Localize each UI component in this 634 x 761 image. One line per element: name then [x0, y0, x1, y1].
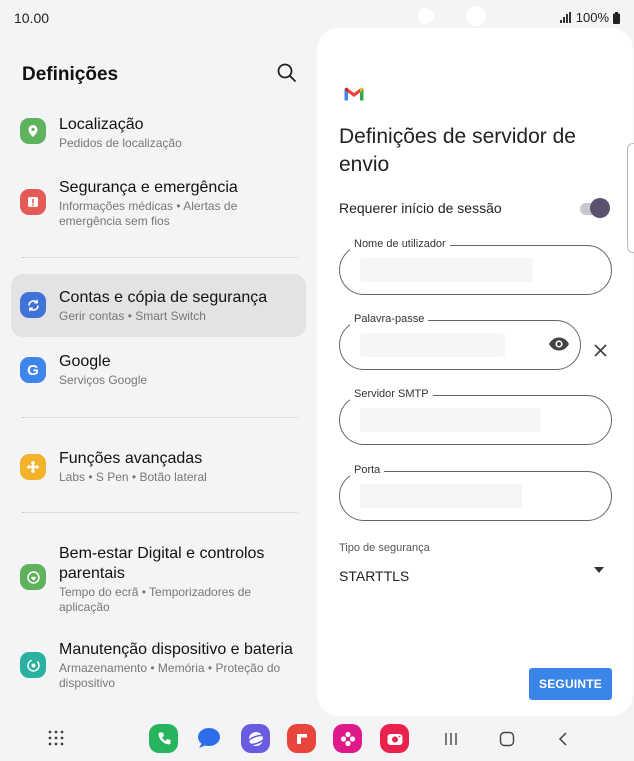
- camera-cutout-2: [466, 6, 486, 26]
- gmail-outgoing-settings-panel: Definições de servidor de envio Requerer…: [317, 28, 633, 716]
- smtp-server-value: [360, 408, 541, 432]
- messages-app-icon[interactable]: [194, 724, 223, 753]
- wellbeing-icon: [20, 564, 46, 590]
- next-button[interactable]: SEGUINTE: [529, 668, 612, 700]
- settings-item-location[interactable]: Localização Pedidos de localização: [11, 108, 306, 158]
- settings-item-device-care[interactable]: Manutenção dispositivo e bateria Armazen…: [11, 638, 306, 698]
- settings-item-google[interactable]: G Google Serviços Google: [11, 348, 306, 398]
- username-field[interactable]: Nome de utilizador: [339, 237, 612, 295]
- require-signin-label: Requerer início de sessão: [339, 200, 502, 216]
- settings-item-subtitle: Labs • S Pen • Botão lateral: [59, 470, 207, 484]
- status-indicators: 100%: [559, 10, 620, 25]
- google-icon: G: [20, 357, 46, 383]
- settings-item-digital-wellbeing[interactable]: Bem-estar Digital e controlos parentais …: [11, 542, 306, 618]
- puzzle-icon: [20, 454, 46, 480]
- battery-percent: 100%: [575, 10, 609, 25]
- dropdown-arrow-icon[interactable]: [593, 566, 605, 574]
- password-value: [360, 333, 505, 357]
- show-password-icon[interactable]: [548, 336, 570, 352]
- password-field[interactable]: Palavra-passe: [339, 312, 581, 370]
- settings-panel: Definições Localização Pedidos de locali…: [0, 36, 316, 716]
- apps-grid-icon[interactable]: [48, 730, 64, 746]
- recent-apps-button[interactable]: [440, 728, 462, 750]
- settings-item-safety[interactable]: Segurança e emergência Informações médic…: [11, 172, 306, 238]
- divider: [22, 512, 298, 513]
- settings-item-title: Funções avançadas: [59, 450, 203, 467]
- security-type-select[interactable]: STARTTLS: [339, 568, 409, 584]
- edge-panel-handle[interactable]: [627, 143, 634, 253]
- signal-icon: [559, 12, 571, 23]
- navigation-bar: [0, 716, 634, 761]
- require-signin-toggle[interactable]: [580, 198, 610, 218]
- battery-icon: [613, 11, 620, 24]
- settings-item-subtitle: Gerir contas • Smart Switch: [59, 309, 206, 323]
- settings-item-subtitle: Armazenamento • Memória • Proteção do di…: [59, 661, 281, 690]
- divider: [22, 417, 298, 418]
- settings-item-subtitle: Serviços Google: [59, 373, 148, 387]
- username-value: [360, 258, 533, 282]
- internet-app-icon[interactable]: [241, 724, 270, 753]
- settings-item-subtitle: Pedidos de localização: [59, 136, 182, 150]
- camera-cutout: [418, 8, 434, 24]
- smtp-server-field[interactable]: Servidor SMTP: [339, 387, 612, 445]
- gmail-logo-icon: [344, 87, 364, 101]
- settings-item-title: Google: [59, 353, 111, 370]
- location-icon: [20, 118, 46, 144]
- divider: [22, 257, 298, 258]
- security-type-label: Tipo de segurança: [339, 542, 430, 554]
- sync-icon: [20, 292, 46, 318]
- flipboard-app-icon[interactable]: [287, 724, 316, 753]
- status-time: 10.00: [14, 10, 50, 26]
- settings-item-subtitle: Informações médicas • Alertas de emergên…: [59, 199, 238, 228]
- settings-item-title: Segurança e emergência: [59, 179, 238, 196]
- device-care-icon: [20, 652, 46, 678]
- settings-item-accounts[interactable]: Contas e cópia de segurança Gerir contas…: [11, 274, 306, 337]
- page-title: Definições de servidor de envio: [339, 125, 576, 176]
- settings-item-title: Localização: [59, 116, 144, 133]
- settings-item-title: Bem-estar Digital e controlos parentais: [59, 545, 265, 582]
- page-title: Definições: [22, 64, 119, 85]
- phone-app-icon[interactable]: [149, 724, 178, 753]
- settings-item-title: Contas e cópia de segurança: [59, 289, 268, 306]
- port-field[interactable]: Porta: [339, 463, 612, 521]
- back-button[interactable]: [552, 728, 574, 750]
- password-label: Palavra-passe: [350, 312, 429, 326]
- settings-item-subtitle: Tempo do ecrã • Temporizadores de aplica…: [59, 585, 252, 614]
- port-label: Porta: [350, 463, 385, 477]
- port-value: [360, 484, 522, 508]
- username-label: Nome de utilizador: [350, 237, 450, 251]
- settings-item-title: Manutenção dispositivo e bateria: [59, 641, 293, 658]
- gallery-app-icon[interactable]: [333, 724, 362, 753]
- safety-icon: [20, 189, 46, 215]
- home-button[interactable]: [496, 728, 518, 750]
- settings-item-advanced[interactable]: Funções avançadas Labs • S Pen • Botão l…: [11, 444, 306, 494]
- search-icon[interactable]: [276, 62, 298, 84]
- smtp-server-label: Servidor SMTP: [350, 387, 433, 401]
- camera-app-icon[interactable]: [380, 724, 409, 753]
- clear-icon[interactable]: [594, 344, 607, 357]
